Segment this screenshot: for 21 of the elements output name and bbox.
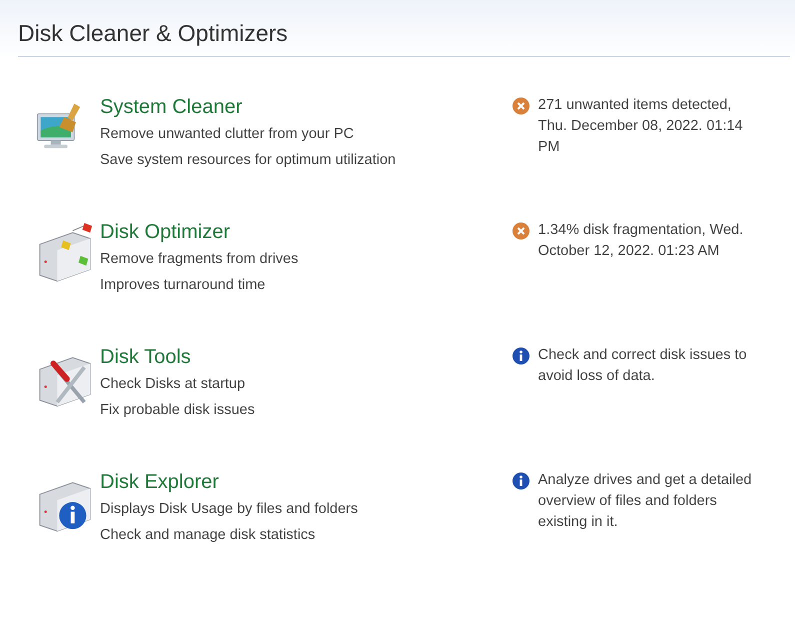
tool-description: Displays Disk Usage by files and folders [100, 500, 359, 519]
status-text: 1.34% disk fragmentation, Wed. October 12, 2022. 01:23 AM [538, 221, 744, 261]
tool-link[interactable]: Disk Tools [100, 343, 191, 371]
error-icon [512, 222, 530, 240]
tool-link[interactable]: Disk Optimizer [100, 218, 230, 246]
status-text: Check and correct disk issues to avoid loss of data. [538, 346, 748, 386]
tool-link[interactable]: System Cleaner [100, 93, 242, 121]
tool-description: Fix probable disk issues [100, 401, 256, 420]
status-text: Analyze drives and get a detailed overview of files and folders existing in it. [538, 471, 753, 532]
tool-description: Remove fragments from drives [100, 250, 300, 269]
status-text: 271 unwanted items detected, Thu. December 08, 2022. 01:14 PM [538, 96, 744, 157]
info-icon [512, 472, 530, 490]
error-icon [512, 97, 530, 115]
tool-description: Remove unwanted clutter from your PC [100, 125, 355, 144]
page-title: Disk Cleaner & Optimizers [18, 20, 289, 47]
info-icon [512, 347, 530, 365]
tool-description: Check Disks at startup [100, 375, 246, 394]
tool-description: Improves turnaround time [100, 276, 266, 295]
tool-description: Check and manage disk statistics [100, 526, 316, 545]
tool-description: Save system resources for optimum utilization [100, 151, 397, 170]
tool-link[interactable]: Disk Explorer [100, 468, 219, 496]
